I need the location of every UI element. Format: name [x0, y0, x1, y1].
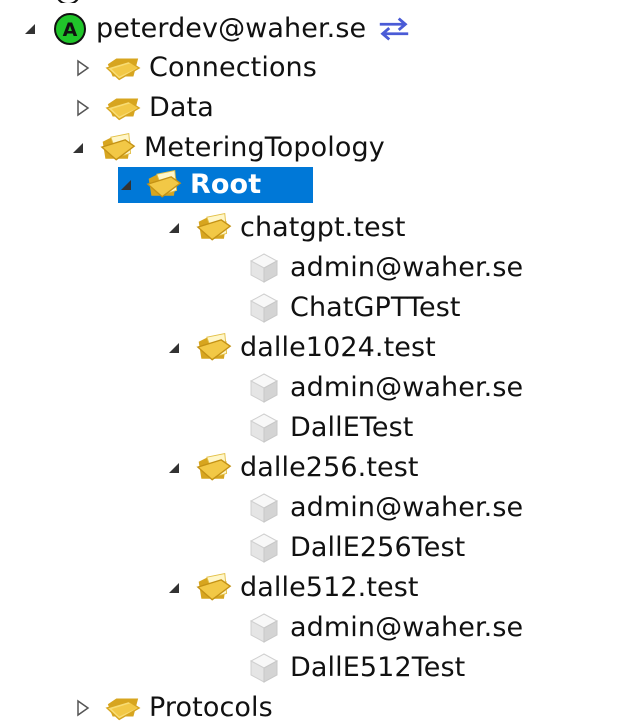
tree-item-admin-waher[interactable]: admin@waher.se: [246, 250, 523, 286]
tree-item-label: admin@waher.se: [290, 252, 524, 283]
tree-item-label: chatgpt.test: [240, 212, 406, 243]
expand-triangle-icon[interactable]: [75, 59, 91, 77]
open-folder-icon: [196, 452, 232, 484]
tree-item-admin-waher[interactable]: admin@waher.se: [246, 610, 523, 646]
collapse-triangle-icon[interactable]: [70, 140, 86, 156]
clipped-top-content-icon: [57, 0, 79, 3]
collapse-triangle-icon[interactable]: [166, 460, 182, 476]
tree-view[interactable]: A peterdev@waher.se Connections Data Met…: [0, 0, 637, 727]
open-folder-icon: [196, 332, 232, 364]
expand-triangle-icon[interactable]: [75, 99, 91, 117]
open-folder-icon: [100, 132, 136, 164]
tree-item-label: admin@waher.se: [290, 492, 524, 523]
tree-item-dalle1024-test[interactable]: dalle1024.test: [166, 330, 436, 366]
tree-item-dalle256test[interactable]: DallE256Test: [246, 530, 465, 566]
tree-item-label: dalle256.test: [240, 452, 419, 483]
tree-item-chatgpttest[interactable]: ChatGPTTest: [246, 290, 461, 326]
collapse-triangle-icon[interactable]: [166, 580, 182, 596]
collapse-triangle-icon[interactable]: [22, 21, 38, 37]
expand-triangle-icon[interactable]: [75, 699, 91, 717]
node-cube-icon: [246, 292, 282, 324]
node-cube-icon: [246, 532, 282, 564]
clipped-top-row: [55, 0, 637, 3]
tree-item-metering-topology[interactable]: MeteringTopology: [70, 130, 385, 166]
folder-icon: [105, 52, 141, 84]
green-account-icon: A: [52, 13, 88, 45]
tree-item-label: DallE512Test: [290, 652, 466, 683]
tree-item-dalle512test[interactable]: DallE512Test: [246, 650, 465, 686]
open-folder-icon: [196, 212, 232, 244]
exchange-arrows-icon: [376, 13, 412, 45]
collapse-triangle-icon[interactable]: [118, 177, 134, 193]
node-cube-icon: [246, 412, 282, 444]
open-folder-icon: [146, 169, 182, 201]
tree-item-connections[interactable]: Connections: [75, 50, 317, 86]
node-cube-icon: [246, 252, 282, 284]
tree-item-label: MeteringTopology: [144, 132, 385, 163]
node-cube-icon: [246, 652, 282, 684]
collapse-triangle-icon[interactable]: [166, 220, 182, 236]
tree-item-label: peterdev@waher.se: [96, 13, 367, 44]
tree-item-label: DallE256Test: [290, 532, 466, 563]
node-cube-icon: [246, 372, 282, 404]
tree-item-label: Root: [190, 169, 262, 200]
tree-item-label: Data: [149, 92, 214, 123]
tree-item-label: DallETest: [290, 412, 414, 443]
tree-item-peterdev[interactable]: A peterdev@waher.se: [22, 11, 420, 47]
tree-item-label: dalle1024.test: [240, 332, 436, 363]
tree-item-label: Connections: [149, 52, 317, 83]
tree-item-admin-waher[interactable]: admin@waher.se: [246, 370, 523, 406]
collapse-triangle-icon[interactable]: [166, 340, 182, 356]
tree-item-label: ChatGPTTest: [290, 292, 461, 323]
folder-icon: [105, 692, 141, 724]
tree-item-data[interactable]: Data: [75, 90, 214, 126]
tree-item-admin-waher[interactable]: admin@waher.se: [246, 490, 523, 526]
tree-item-chatgpt-test[interactable]: chatgpt.test: [166, 210, 406, 246]
folder-icon: [105, 92, 141, 124]
tree-item-label: dalle512.test: [240, 572, 419, 603]
tree-item-label: admin@waher.se: [290, 372, 524, 403]
tree-item-dalletest[interactable]: DallETest: [246, 410, 413, 446]
node-cube-icon: [246, 492, 282, 524]
node-cube-icon: [246, 612, 282, 644]
tree-item-protocols[interactable]: Protocols: [75, 690, 273, 726]
tree-item-dalle512-test[interactable]: dalle512.test: [166, 570, 419, 606]
tree-item-root-selected[interactable]: Root: [118, 167, 314, 203]
tree-item-label: Protocols: [149, 692, 273, 723]
open-folder-icon: [196, 572, 232, 604]
tree-item-dalle256-test[interactable]: dalle256.test: [166, 450, 419, 486]
svg-text:A: A: [63, 19, 78, 41]
tree-item-label: admin@waher.se: [290, 612, 524, 643]
